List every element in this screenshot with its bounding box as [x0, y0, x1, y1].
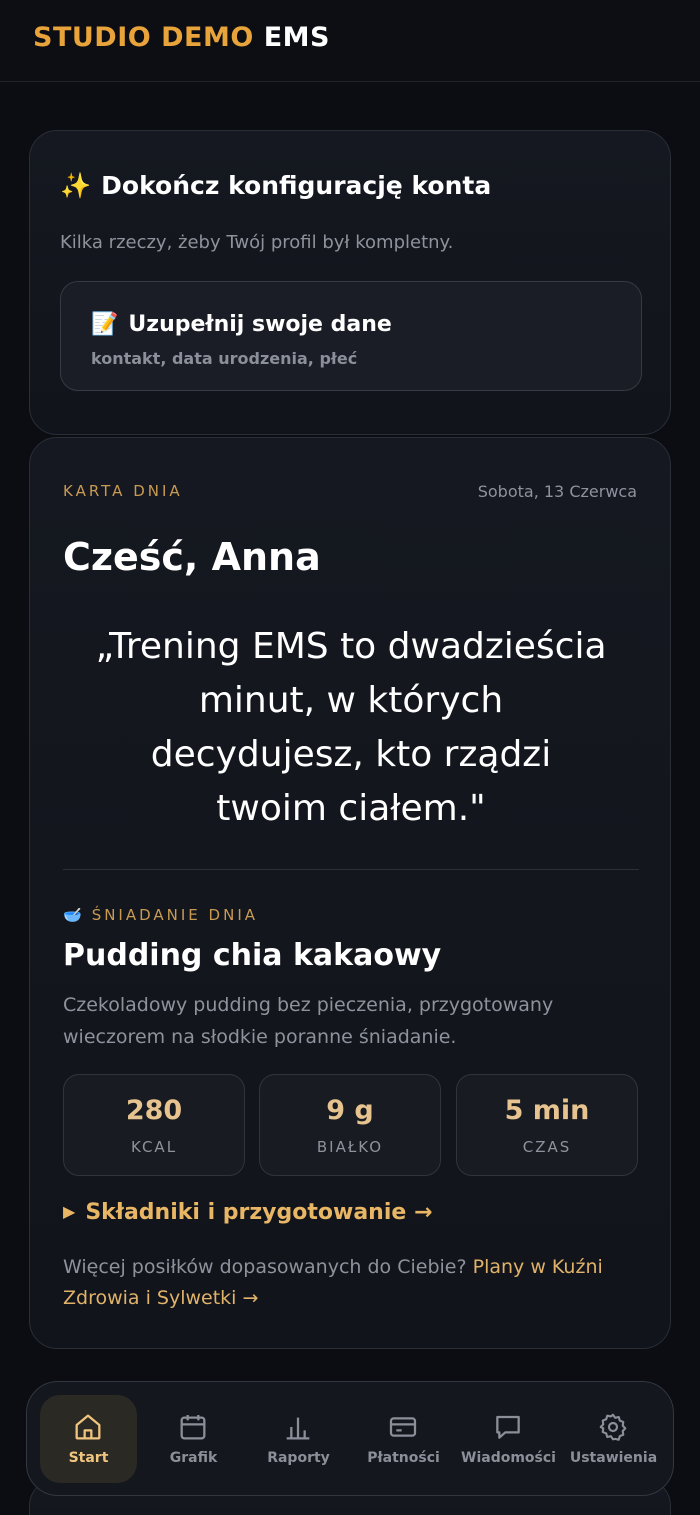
recipe-toggle[interactable]: ▶ Składniki i przygotowanie → [63, 1200, 432, 1225]
bar-chart-icon [286, 1417, 310, 1440]
app-header: STUDIO DEMO EMS [0, 0, 700, 82]
bowl-icon: 🥣 [63, 906, 82, 924]
triangle-right-icon: ▶ [63, 1202, 76, 1221]
stat-calories: 280 KCAL [63, 1074, 245, 1176]
task-subtitle: kontakt, data urodzenia, płeć [91, 349, 358, 368]
day-card: KARTA DNIA Sobota, 13 Czerwca Cześć, Ann… [29, 437, 671, 1349]
tab-label: Raporty [267, 1450, 330, 1466]
tab-label: Płatności [367, 1450, 440, 1466]
tab-platnosci[interactable]: Płatności [355, 1395, 452, 1483]
brand-logo[interactable]: STUDIO DEMO EMS [33, 22, 330, 53]
bottom-tab-bar: Start Grafik Raporty Płatności Wiadomośc… [26, 1381, 674, 1496]
task-title: 📝 Uzupełnij swoje dane [91, 312, 392, 337]
tab-label: Wiadomości [461, 1450, 556, 1466]
stat-label: KCAL [130, 1138, 178, 1156]
divider [63, 869, 639, 870]
tab-label: Start [68, 1450, 109, 1466]
tab-wiadomosci[interactable]: Wiadomości [460, 1395, 557, 1483]
tab-grafik[interactable]: Grafik [145, 1395, 242, 1483]
complete-profile-task[interactable]: 📝 Uzupełnij swoje dane kontakt, data urod… [60, 281, 642, 391]
message-icon [496, 1415, 520, 1439]
tab-label: Ustawienia [569, 1450, 658, 1466]
setup-title: ✨ Dokończ konfigurację konta [60, 171, 492, 200]
tab-label: Grafik [169, 1450, 218, 1466]
meal-stats: 280 KCAL 9 g BIAŁKO 5 min CZAS [63, 1074, 639, 1176]
account-setup-card: ✨ Dokończ konfigurację konta Kilka rzeczy… [29, 130, 671, 435]
current-date: Sobota, 13 Czerwca [477, 482, 637, 501]
more-meals-text: Więcej posiłków dopasowanych do Ciebie? … [63, 1256, 603, 1309]
stat-value: 5 min [504, 1095, 590, 1126]
tab-ustawienia[interactable]: Ustawienia [565, 1395, 662, 1483]
gear-icon [599, 1413, 627, 1441]
home-icon [75, 1414, 101, 1440]
meal-description: Czekoladowy pudding bez pieczenia, przyg… [63, 994, 554, 1048]
meal-title: Pudding chia kakaowy [63, 938, 442, 973]
stat-label: CZAS [522, 1138, 572, 1156]
daily-quote: „Trening EMS to dwadzieścia minut, w któ… [95, 626, 607, 829]
setup-subtitle: Kilka rzeczy, żeby Twój profil był kompl… [60, 232, 454, 253]
memo-icon: 📝 [91, 312, 119, 337]
meal-eyebrow: 🥣 ŚNIADANIE DNIA [63, 906, 259, 924]
stat-value: 9 g [326, 1095, 374, 1126]
tab-start[interactable]: Start [40, 1395, 137, 1483]
calendar-icon [180, 1415, 206, 1440]
brand-primary: STUDIO DEMO [33, 22, 254, 53]
stat-protein: 9 g BIAŁKO [259, 1074, 441, 1176]
sparkles-icon: ✨ [60, 171, 92, 200]
greeting: Cześć, Anna [63, 535, 321, 579]
stat-label: BIAŁKO [316, 1138, 384, 1156]
tab-raporty[interactable]: Raporty [250, 1395, 347, 1483]
credit-card-icon [389, 1417, 417, 1437]
stat-time: 5 min CZAS [456, 1074, 638, 1176]
day-card-eyebrow: KARTA DNIA [63, 482, 183, 500]
stat-value: 280 [125, 1095, 183, 1126]
brand-secondary: EMS [263, 22, 330, 53]
